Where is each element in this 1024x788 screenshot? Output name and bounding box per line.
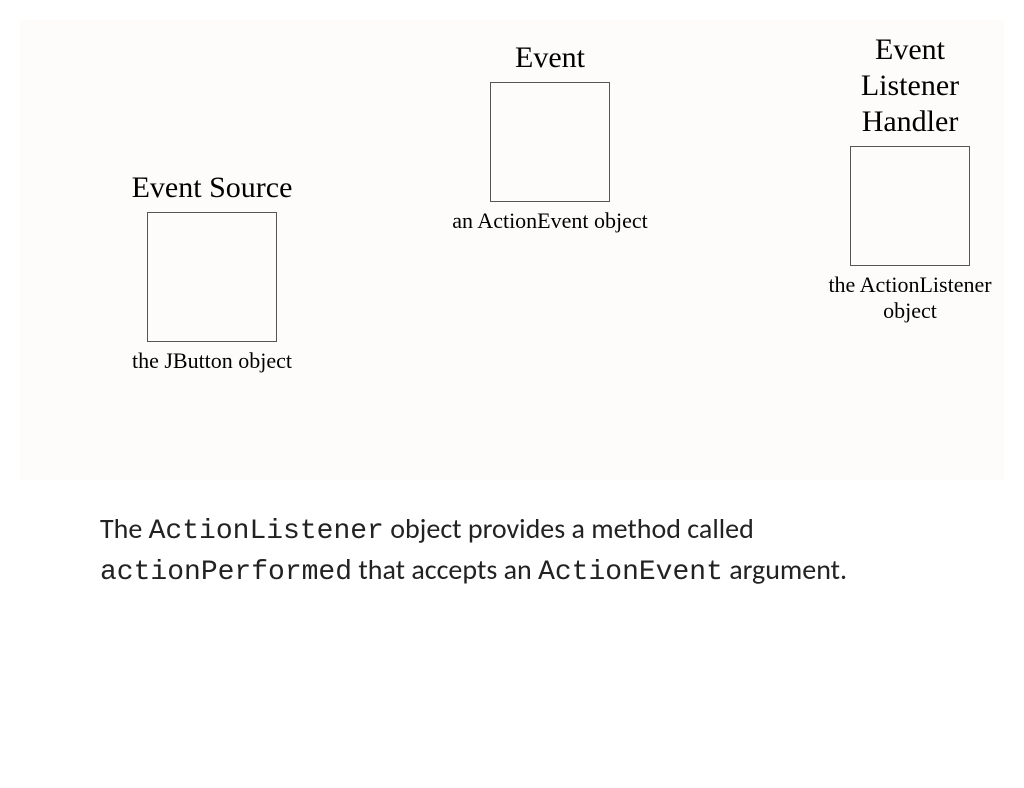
handler-box: [850, 146, 970, 266]
event-source-caption: the JButton object: [72, 348, 352, 374]
event-block: Event an ActionEvent object: [430, 40, 670, 234]
desc-code-2: actionPerformed: [100, 557, 352, 588]
desc-text-3: that accepts an: [352, 552, 538, 587]
handler-title-line2: Listener: [861, 69, 959, 102]
event-title: Event: [430, 40, 670, 76]
description-paragraph: The ActionListener object provides a met…: [0, 480, 1024, 592]
desc-code-3: ActionEvent: [538, 557, 723, 588]
handler-title-line1: Event: [875, 33, 945, 66]
handler-block: Event Listener Handler the ActionListene…: [800, 32, 1020, 325]
event-caption: an ActionEvent object: [430, 208, 670, 234]
event-box: [490, 82, 610, 202]
handler-title-line3: Handler: [862, 105, 959, 138]
handler-title: Event Listener Handler: [800, 32, 1020, 140]
diagram-area: Event Source the JButton object Event an…: [20, 20, 1004, 480]
event-source-box: [147, 212, 277, 342]
event-source-title: Event Source: [72, 170, 352, 206]
desc-code-1: ActionListener: [149, 516, 384, 547]
desc-text-2: object provides a method called: [384, 511, 754, 546]
handler-caption: the ActionListener object: [800, 272, 1020, 325]
desc-text-4: argument.: [723, 552, 847, 587]
desc-text-1: The: [100, 511, 149, 546]
event-source-block: Event Source the JButton object: [72, 170, 352, 374]
